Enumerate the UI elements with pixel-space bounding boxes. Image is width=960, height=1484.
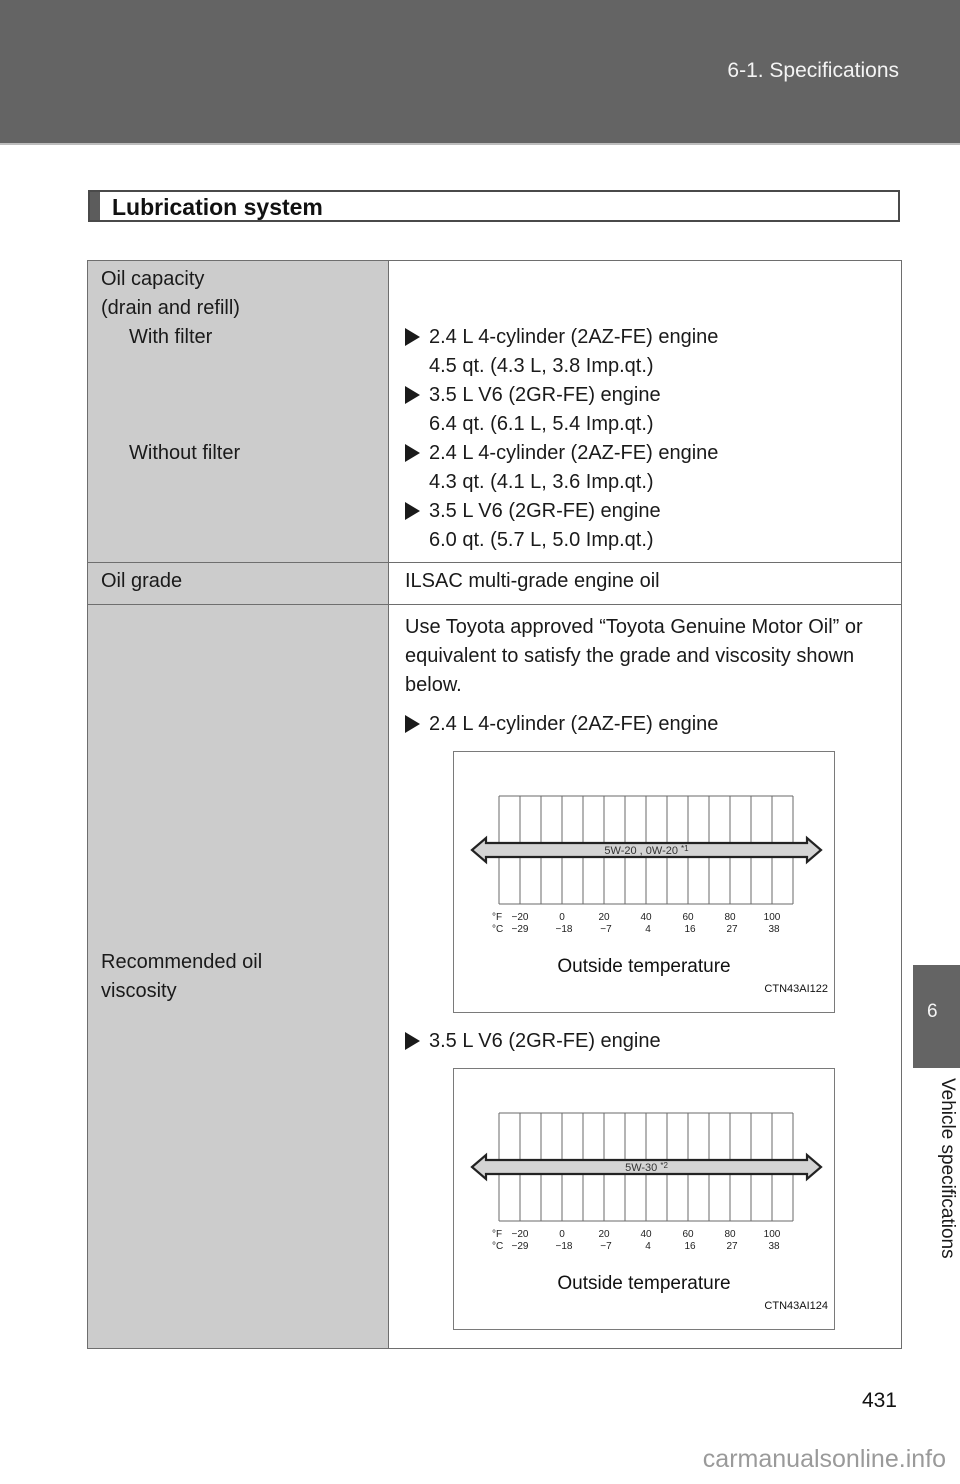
- chapter-number: 6: [927, 1001, 938, 1022]
- c-tick-label: 16: [684, 1241, 696, 1252]
- f-tick-label: −20: [512, 1229, 529, 1240]
- oil-capacity-value-cell: 2.4 L 4-cylinder (2AZ-FE) engine 4.5 qt.…: [388, 260, 902, 563]
- figure-code: CTN43AI124: [764, 1300, 828, 1312]
- figure-code: CTN43AI122: [764, 983, 828, 995]
- section-title-bar: Lubrication system: [88, 190, 900, 222]
- footnote-marker: *1: [681, 844, 689, 853]
- list-item: 3.5 L V6 (2GR-FE) engine: [405, 1027, 901, 1056]
- f-tick-label: 20: [598, 912, 610, 923]
- section-title: Lubrication system: [112, 194, 323, 220]
- f-tick-label: 80: [724, 912, 736, 923]
- section-accent: [90, 192, 100, 220]
- with-filter-label: With filter: [129, 326, 213, 348]
- chapter-label: Vehicle specifications: [937, 1078, 958, 1259]
- f-unit-label: °F: [492, 912, 502, 923]
- f-tick-label: 40: [640, 1229, 652, 1240]
- bullet-triangle-icon: [405, 502, 420, 520]
- oil-capacity-label: Oil capacity: [101, 268, 205, 290]
- page-number: 431: [861, 1389, 897, 1412]
- c-tick-label: −7: [600, 924, 612, 935]
- bullet-triangle-icon: [405, 444, 420, 462]
- capacity-value: 6.0 qt. (5.7 L, 5.0 Imp.qt.): [429, 529, 654, 551]
- c-tick-label: 4: [645, 924, 651, 935]
- capacity-value: 4.3 qt. (4.1 L, 3.6 Imp.qt.): [429, 471, 654, 493]
- f-tick-label: 80: [724, 1229, 736, 1240]
- c-unit-label: °C: [492, 1241, 503, 1252]
- c-tick-label: −29: [512, 924, 529, 935]
- f-tick-label: 100: [764, 912, 781, 923]
- without-filter-label: Without filter: [129, 442, 241, 464]
- f-tick-label: 100: [764, 1229, 781, 1240]
- chapter-tab: 6: [913, 965, 960, 1068]
- f-tick-label: 60: [682, 1229, 694, 1240]
- viscosity-chart-2gr: 5W-30 *2 °F °C −20 −29 0 −18 20 −7 40 4 60 16 80 27 100…: [453, 1068, 835, 1330]
- f-unit-label: °F: [492, 1229, 502, 1240]
- table-row-oil-grade: Oil grade ILSAC multi-grade engine oil: [87, 562, 902, 605]
- section-heading: 6-1. Specifications: [727, 59, 899, 82]
- bullet-triangle-icon: [405, 328, 420, 346]
- c-tick-label: 27: [726, 1241, 738, 1252]
- f-tick-label: 60: [682, 912, 694, 923]
- c-tick-label: 27: [726, 924, 738, 935]
- c-tick-label: 16: [684, 924, 696, 935]
- viscosity-value-cell: Use Toyota approved “Toyota Genuine Moto…: [388, 604, 902, 1349]
- bullet-triangle-icon: [405, 1032, 420, 1050]
- c-tick-label: −29: [512, 1241, 529, 1252]
- viscosity-label-cell: Recommended oil viscosity: [87, 604, 389, 1349]
- list-item: 3.5 L V6 (2GR-FE) engine: [405, 381, 901, 410]
- viscosity-intro: Use Toyota approved “Toyota Genuine Moto…: [405, 616, 863, 696]
- c-tick-label: 38: [768, 1241, 780, 1252]
- c-tick-label: 38: [768, 924, 780, 935]
- capacity-value: 4.5 qt. (4.3 L, 3.8 Imp.qt.): [429, 355, 654, 377]
- viscosity-label: Recommended oil: [101, 950, 263, 973]
- footnote-marker: *2: [660, 1161, 668, 1170]
- table-row-oil-capacity: Oil capacity (drain and refill) With fil…: [87, 260, 902, 563]
- viscosity-chart-2az: 5W-20 , 0W-20 *1 °F °C −20 −29 0 −18 20 −7 40 4 60 1…: [453, 751, 835, 1013]
- oil-grade-value: ILSAC multi-grade engine oil: [388, 562, 902, 605]
- f-tick-label: 0: [559, 1229, 565, 1240]
- page-header: 6-1. Specifications: [0, 0, 960, 145]
- watermark: carmanualsonline.info: [702, 1445, 946, 1473]
- list-item: 2.4 L 4-cylinder (2AZ-FE) engine: [405, 710, 901, 739]
- capacity-value: 6.4 qt. (6.1 L, 5.4 Imp.qt.): [429, 413, 654, 435]
- c-tick-label: 4: [645, 1241, 651, 1252]
- oil-capacity-sublabel: (drain and refill): [101, 297, 240, 319]
- f-tick-label: 40: [640, 912, 652, 923]
- f-tick-label: 0: [559, 912, 565, 923]
- list-item: 2.4 L 4-cylinder (2AZ-FE) engine: [405, 439, 901, 468]
- f-tick-label: −20: [512, 912, 529, 923]
- list-item: 3.5 L V6 (2GR-FE) engine: [405, 497, 901, 526]
- c-unit-label: °C: [492, 924, 503, 935]
- viscosity-grade-label: 5W-20 , 0W-20 *1: [604, 844, 689, 857]
- list-item: 2.4 L 4-cylinder (2AZ-FE) engine: [405, 323, 901, 352]
- c-tick-label: −18: [556, 924, 573, 935]
- spec-table: Oil capacity (drain and refill) With fil…: [87, 260, 902, 1349]
- table-row-viscosity: Recommended oil viscosity Use Toyota app…: [87, 604, 902, 1349]
- oil-capacity-label-cell: Oil capacity (drain and refill) With fil…: [87, 260, 389, 563]
- c-tick-label: −18: [556, 1241, 573, 1252]
- bullet-triangle-icon: [405, 386, 420, 404]
- oil-grade-label: Oil grade: [87, 562, 389, 605]
- c-tick-label: −7: [600, 1241, 612, 1252]
- bullet-triangle-icon: [405, 715, 420, 733]
- f-tick-label: 20: [598, 1229, 610, 1240]
